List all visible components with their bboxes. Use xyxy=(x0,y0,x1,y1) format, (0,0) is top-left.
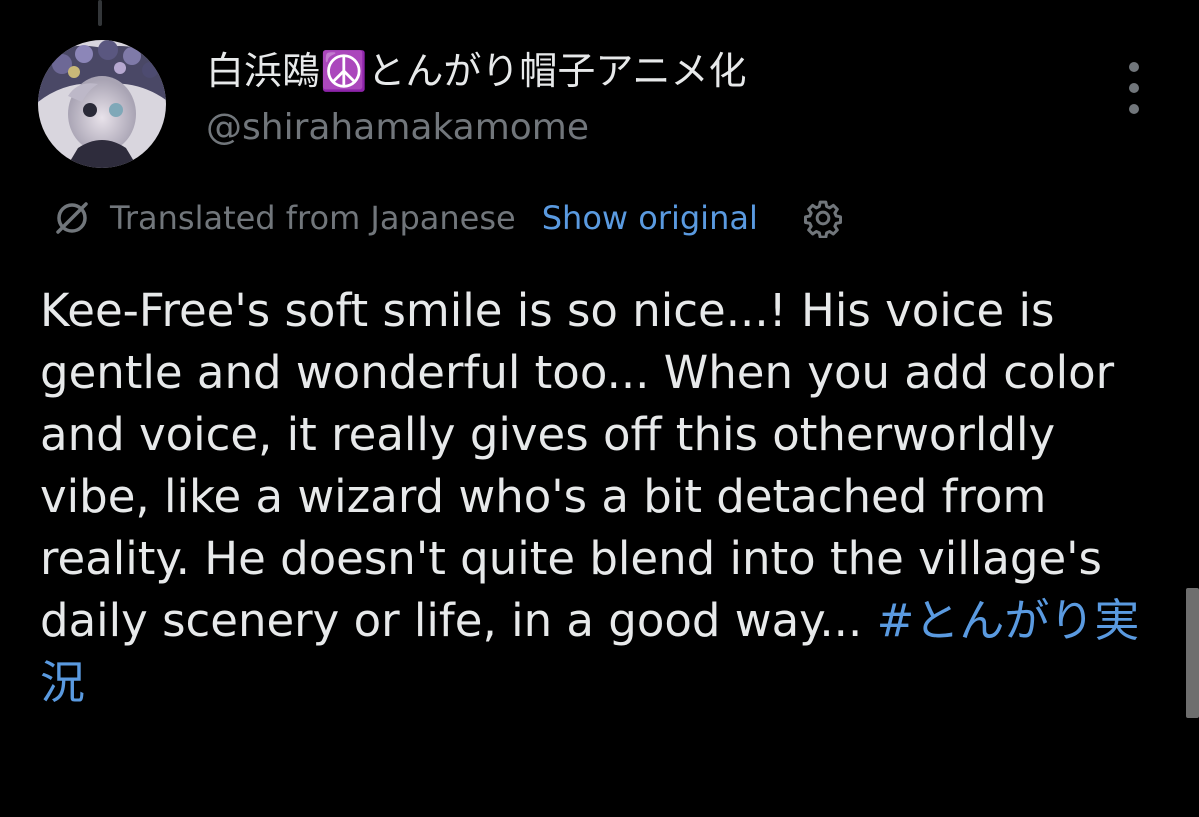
show-original-link[interactable]: Show original xyxy=(542,199,758,237)
more-vertical-icon xyxy=(1129,62,1139,72)
tweet-body-text: Kee-Free's soft smile is so nice...! His… xyxy=(40,284,1115,647)
author-handle[interactable]: @shirahamakamome xyxy=(206,104,589,152)
more-vertical-icon-dot xyxy=(1129,83,1139,93)
translated-from-label: Translated from Japanese xyxy=(110,199,516,237)
author-display-name[interactable]: 白浜鴎☮️とんがり帽子アニメ化 xyxy=(206,46,747,96)
more-vertical-icon-dot xyxy=(1129,104,1139,114)
tweet-text: Kee-Free's soft smile is so nice...! His… xyxy=(40,280,1160,714)
scrollbar-thumb[interactable] xyxy=(1186,588,1199,718)
avatar[interactable] xyxy=(38,40,166,168)
thread-connector-line xyxy=(98,0,102,26)
translate-icon xyxy=(50,196,94,240)
translation-bar: Translated from Japanese Show original xyxy=(50,192,846,244)
more-options-button[interactable] xyxy=(1116,62,1152,114)
gear-icon[interactable] xyxy=(800,195,846,241)
